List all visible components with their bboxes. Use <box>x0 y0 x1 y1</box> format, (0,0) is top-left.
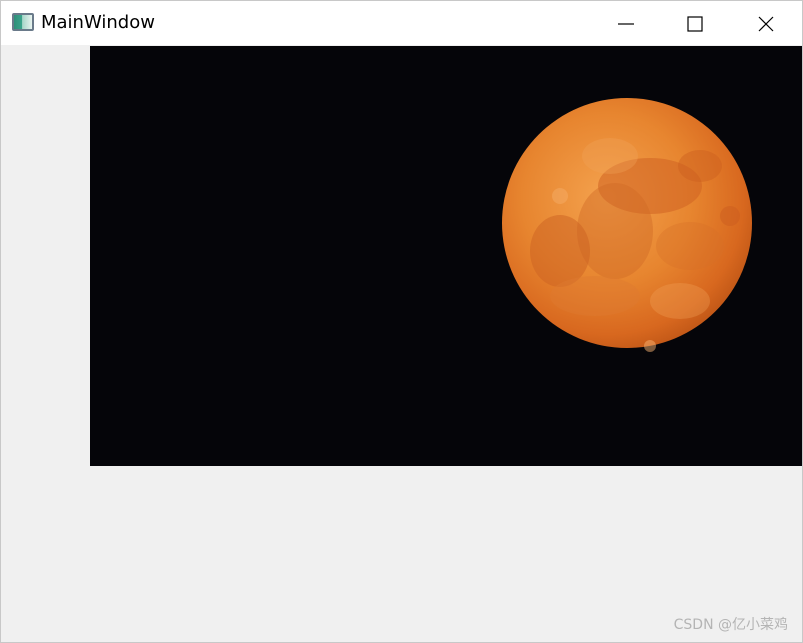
minimize-icon <box>618 23 634 25</box>
maximize-button[interactable] <box>661 1 729 45</box>
maximize-icon <box>687 16 703 32</box>
close-button[interactable] <box>732 1 800 45</box>
central-widget: CSDN @亿小菜鸡 <box>1 45 802 642</box>
minimize-button[interactable] <box>592 1 660 45</box>
moon-image <box>90 46 802 466</box>
main-window: MainWindow CSDN @亿小菜鸡 <box>0 0 803 643</box>
title-bar[interactable]: MainWindow <box>1 1 802 45</box>
image-label <box>90 46 802 466</box>
app-icon <box>12 13 34 31</box>
window-title: MainWindow <box>41 12 155 33</box>
close-icon <box>758 16 774 32</box>
watermark: CSDN @亿小菜鸡 <box>673 617 788 633</box>
